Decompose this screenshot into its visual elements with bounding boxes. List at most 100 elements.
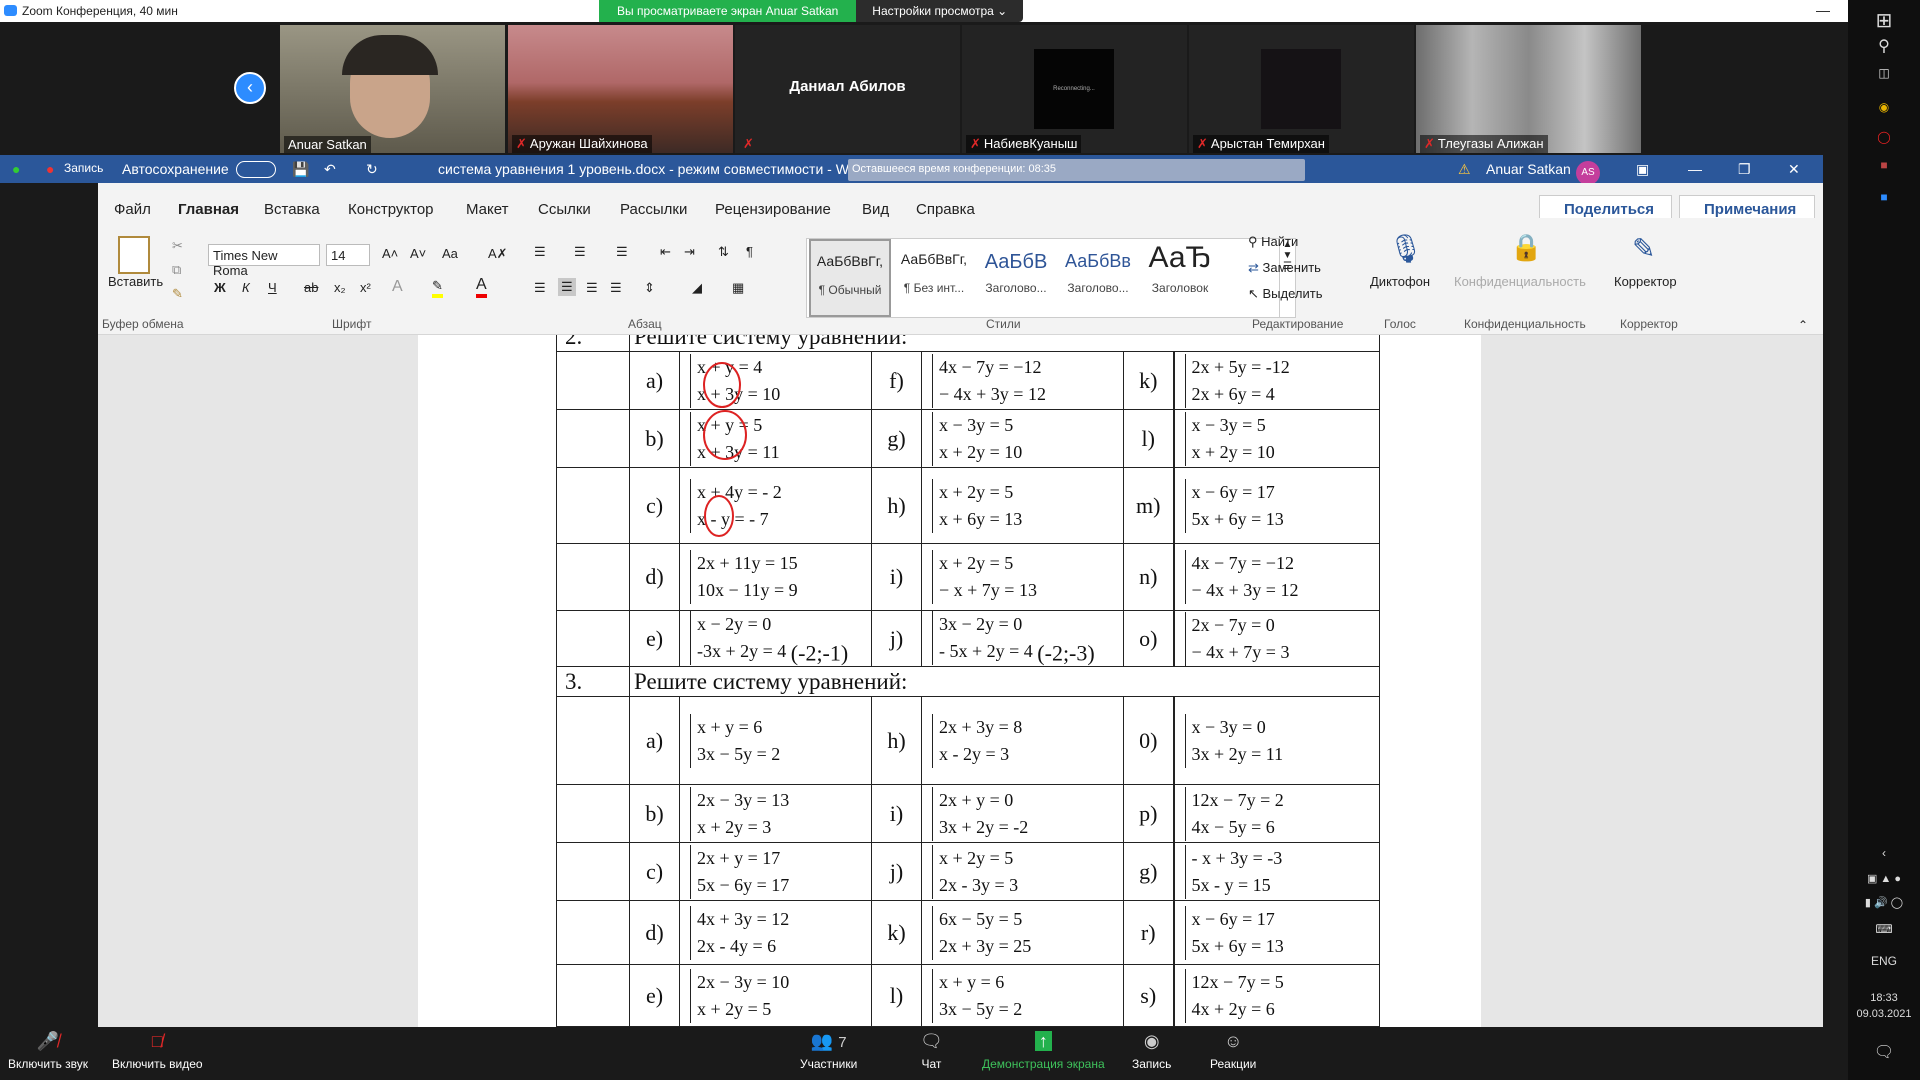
document-area[interactable]: 2. Решите систему уравнений: a) x + y = 4x … (98, 335, 1823, 1027)
numbering-icon[interactable]: ☰ (574, 244, 586, 260)
unmute-button[interactable]: 🎤̸ Включить звук (8, 1031, 88, 1071)
minimize-icon[interactable]: — (1688, 161, 1702, 177)
language-indicator[interactable]: ENG (1848, 954, 1920, 968)
subscript-icon[interactable]: x₂ (334, 280, 346, 295)
zoom-taskbar-icon[interactable]: ■ (1848, 190, 1920, 204)
font-size-field[interactable]: 14 (326, 244, 370, 266)
font-color-icon[interactable]: A (476, 276, 487, 298)
share-screen-button[interactable]: ↑ Демонстрация экрана (982, 1031, 1105, 1071)
clear-format-icon[interactable]: A✗ (488, 246, 508, 262)
shading-icon[interactable]: ◢ (692, 280, 702, 296)
tab-file[interactable]: Файл (114, 201, 151, 218)
italic-icon[interactable]: К (242, 280, 250, 295)
borders-icon[interactable]: ▦ (732, 280, 744, 296)
avatar[interactable]: AS (1576, 161, 1600, 185)
view-settings-button[interactable]: Настройки просмотра ⌄ (856, 0, 1024, 22)
tray-expand-icon[interactable]: ‹ (1848, 846, 1920, 860)
cut-icon[interactable]: ✂ (172, 238, 183, 254)
align-right-icon[interactable]: ☰ (586, 280, 598, 296)
opera-icon[interactable]: ◯ (1848, 130, 1920, 144)
paste-button[interactable]: Вставить (108, 274, 163, 289)
clock-time[interactable]: 18:33 (1848, 992, 1920, 1004)
chat-button[interactable]: 🗨 Чат (920, 1031, 943, 1071)
autosave-toggle[interactable] (236, 161, 276, 178)
shrink-font-icon[interactable]: A˅ (410, 246, 426, 261)
ribbon-display-icon[interactable]: ▣ (1636, 161, 1649, 178)
style-heading-2[interactable]: АаБбВв Заголово... (1057, 239, 1139, 317)
pilcrow-icon[interactable]: ¶ (746, 244, 753, 259)
tab-help[interactable]: Справка (916, 201, 975, 218)
change-case-icon[interactable]: Aa (442, 246, 458, 261)
windows-start-icon[interactable]: ⊞ (1848, 8, 1920, 33)
search-icon[interactable]: ⚲ (1848, 36, 1920, 56)
minimize-icon[interactable]: — (1816, 2, 1830, 18)
tab-references[interactable]: Ссылки (538, 201, 591, 218)
sort-icon[interactable]: ⇅ (718, 244, 729, 260)
tab-view[interactable]: Вид (862, 201, 889, 218)
editor-icon[interactable]: ✎ (1632, 232, 1655, 265)
style-no-spacing[interactable]: АаБбВвГг, ¶ Без инт... (893, 239, 975, 317)
window-controls: — (1816, 2, 1830, 18)
restore-icon[interactable]: ❐ (1738, 161, 1751, 178)
save-icon[interactable]: 💾 (292, 161, 309, 178)
participants-button[interactable]: 👥 7 Участники (800, 1031, 857, 1071)
font-name-field[interactable]: Times New Roma (208, 244, 320, 278)
tab-mailings[interactable]: Рассылки (620, 201, 687, 218)
style-normal[interactable]: АаБбВвГг, ¶ Обычный (809, 239, 891, 317)
task-view-icon[interactable]: ◫ (1848, 66, 1920, 80)
find-button[interactable]: ⚲ Найти (1248, 234, 1298, 250)
align-center-icon[interactable]: ☰ (558, 278, 576, 296)
align-left-icon[interactable]: ☰ (534, 280, 546, 296)
increase-indent-icon[interactable]: ⇥ (684, 244, 695, 260)
bold-icon[interactable]: Ж (214, 280, 226, 295)
chrome-icon[interactable]: ◉ (1848, 100, 1920, 114)
dictate-button[interactable]: Диктофон (1370, 274, 1430, 289)
keyboard-icon[interactable]: ⌨ (1848, 922, 1920, 936)
styles-gallery: АаБбВвГг, ¶ Обычный АаБбВвГг, ¶ Без инт...… (806, 238, 1296, 318)
clock-date[interactable]: 09.03.2021 (1848, 1008, 1920, 1020)
document-page[interactable]: 2. Решите систему уравнений: a) x + y = 4x … (418, 335, 1481, 1027)
tab-design[interactable]: Конструктор (348, 201, 434, 218)
participant-tile[interactable]: ✗ Тлеугазы Алижан (1416, 25, 1641, 153)
reactions-button[interactable]: ☺ Реакции (1210, 1031, 1256, 1071)
style-heading-1[interactable]: АаБбВ Заголово... (975, 239, 1057, 317)
grow-font-icon[interactable]: A˄ (382, 246, 398, 261)
privacy-button[interactable]: Конфиденциальность (1454, 274, 1586, 289)
decrease-indent-icon[interactable]: ⇤ (660, 244, 671, 260)
participant-tile[interactable]: ✗ Аружан Шайхинова (508, 25, 733, 153)
underline-icon[interactable]: Ч (268, 280, 277, 295)
styles-scroll[interactable]: ▲ ▼ ☰ (1279, 239, 1295, 317)
tab-layout[interactable]: Макет (466, 201, 508, 218)
strikethrough-icon[interactable]: ab (304, 280, 318, 295)
style-title[interactable]: АаЂ Заголовок (1139, 239, 1221, 317)
highlight-icon[interactable]: ✎ (432, 278, 443, 298)
participant-tile[interactable]: Anuar Satkan (280, 25, 505, 153)
collapse-ribbon-icon[interactable]: ⌃ (1798, 318, 1808, 332)
app-icon[interactable]: ■ (1848, 158, 1920, 172)
text-effects-icon[interactable]: A (392, 278, 403, 296)
notifications-icon[interactable]: 🗨 (1848, 1042, 1920, 1062)
previous-page-button[interactable]: ‹ (234, 72, 266, 104)
editor-button[interactable]: Корректор (1614, 274, 1677, 289)
participant-tile[interactable]: Reconnecting... ✗ НабиевКуаныш (962, 25, 1187, 153)
microphone-icon[interactable]: 🎙 (1388, 232, 1424, 265)
paste-icon[interactable] (118, 236, 150, 274)
format-painter-icon[interactable]: ✎ (172, 286, 183, 302)
participant-tile[interactable]: ✗ Арыстан Темирхан (1189, 25, 1414, 153)
close-icon[interactable]: ✕ (1788, 161, 1800, 178)
superscript-icon[interactable]: x² (360, 280, 371, 295)
tab-insert[interactable]: Вставка (264, 201, 320, 218)
tab-review[interactable]: Рецензирование (715, 201, 831, 218)
redo-icon[interactable]: ↻ (366, 161, 378, 178)
select-button[interactable]: ↖ Выделить (1248, 286, 1323, 302)
line-spacing-icon[interactable]: ⇕ (644, 280, 655, 296)
copy-icon[interactable]: ⧉ (172, 262, 181, 278)
undo-icon[interactable]: ↶ (324, 161, 336, 178)
participant-tile[interactable]: Даниал Абилов ✗ (735, 25, 960, 153)
record-button[interactable]: ◉ Запись (1132, 1031, 1171, 1071)
start-video-button[interactable]: □̸ Включить видео (112, 1031, 203, 1071)
replace-button[interactable]: ⇄ Заменить (1248, 260, 1321, 276)
bullets-icon[interactable]: ☰ (534, 244, 546, 260)
justify-icon[interactable]: ☰ (610, 280, 622, 296)
multilevel-list-icon[interactable]: ☰ (616, 244, 628, 260)
